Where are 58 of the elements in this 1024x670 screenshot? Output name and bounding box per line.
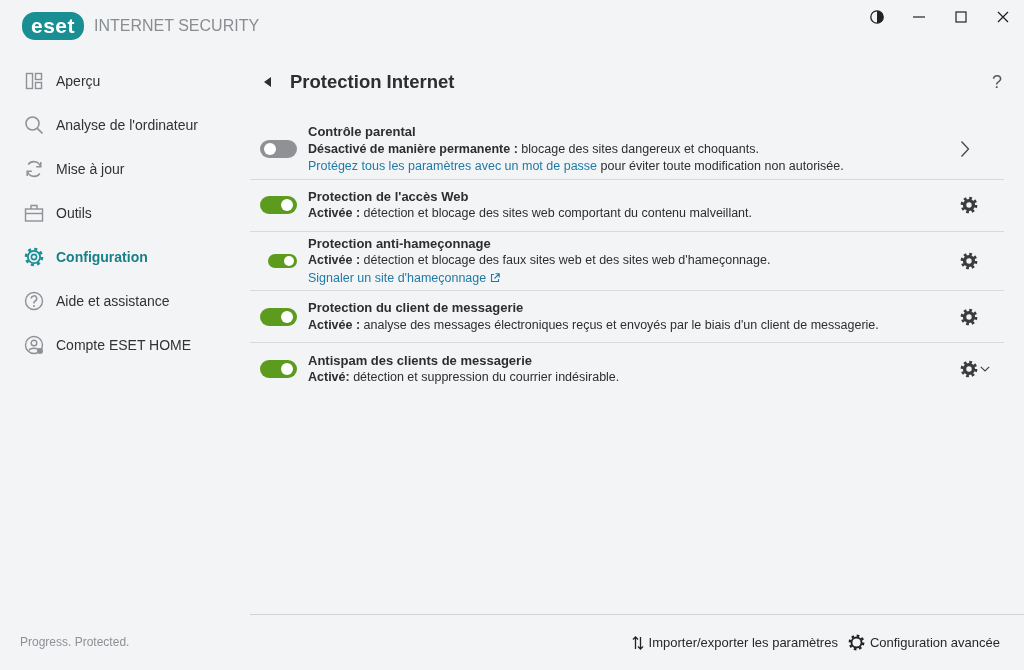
import-export-button[interactable]: Importer/exporter les paramètres — [631, 632, 838, 653]
settings-button[interactable] — [960, 196, 978, 214]
gear-icon — [960, 360, 978, 378]
chevron-right-icon — [960, 140, 970, 159]
setting-title: Protection de l'accès Web — [308, 187, 470, 205]
gear-icon — [960, 251, 978, 270]
toggle-switch[interactable] — [260, 307, 297, 326]
maximize-icon — [954, 10, 968, 24]
arrows-up-down-icon — [631, 634, 644, 651]
open-button[interactable] — [960, 140, 970, 159]
advanced-settings-button[interactable]: Configuration avancée — [847, 632, 1000, 653]
external-link-icon — [490, 272, 501, 283]
app-title: INTERNET SECURITY — [94, 16, 260, 36]
sidebar-item[interactable]: Aide et assistance — [0, 279, 170, 323]
gear-icon — [960, 196, 978, 214]
page-title: Protection Internet — [290, 70, 455, 94]
settings-button[interactable] — [960, 307, 978, 326]
status-text: Désactivé de manière permanente : blocage des sites dangereux et choquants. — [308, 140, 760, 158]
help-icon — [24, 291, 44, 311]
sidebar-item[interactable]: Analyse de l'ordinateur — [0, 103, 198, 147]
tagline-text: Progress. Protected. — [20, 634, 130, 651]
sidebar-item[interactable]: Outils — [0, 191, 92, 235]
setting-title: Antispam des clients de messagerie — [308, 351, 533, 369]
refresh-icon — [24, 159, 44, 179]
note-text: Protégez tous les paramètres avec un mot de passe pour éviter toute modification non autorisée. — [308, 158, 845, 175]
status-text: Activée : détection et blocage des faux sites web et des sites web d'hameçonnage. — [308, 252, 772, 269]
text-link[interactable]: Protégez tous les paramètres avec un mot de passe — [308, 159, 598, 173]
search-icon — [24, 115, 44, 135]
gear-icon — [24, 247, 44, 267]
back-button[interactable] — [264, 77, 271, 87]
user-icon — [24, 335, 44, 355]
settings-menu-button[interactable] — [960, 360, 990, 378]
setting-title: Contrôle parental — [308, 123, 417, 141]
toggle-switch[interactable] — [268, 253, 297, 268]
sidebar-item[interactable]: Compte ESET HOME — [0, 323, 192, 367]
setting-title: Protection anti-hameçonnage — [308, 234, 492, 252]
briefcase-icon — [24, 203, 44, 223]
toggle-switch[interactable] — [260, 140, 297, 159]
sidebar-item[interactable]: Configuration — [0, 235, 148, 279]
chevron-down-icon — [980, 366, 990, 372]
text-link[interactable]: Signaler un site d'hameçonnage — [308, 269, 501, 287]
toggle-switch[interactable] — [260, 196, 297, 214]
logo: eset — [22, 12, 85, 40]
sidebar-item[interactable]: Mise à jour — [0, 147, 125, 191]
status-text: Activée : détection et blocage des sites web comportant du contenu malveillant. — [308, 205, 753, 222]
caret-icon — [264, 77, 271, 87]
setting-title: Protection du client de messagerie — [308, 299, 525, 317]
settings-button[interactable] — [960, 251, 978, 270]
toggle-switch[interactable] — [260, 360, 297, 378]
help-button[interactable]: ? — [992, 71, 1002, 93]
sidebar-item[interactable]: Aperçu — [0, 59, 101, 103]
status-text: Activée : analyse des messages électroniques reçus et envoyés par le biais d'un client de messagerie. — [308, 316, 880, 334]
gear-icon — [960, 307, 978, 326]
gear-icon — [847, 634, 865, 651]
status-text: Activé: détection et suppression du courrier indésirable. — [308, 369, 621, 386]
contrast-icon — [870, 10, 884, 24]
dashboard-icon — [24, 71, 44, 91]
close-icon — [996, 10, 1010, 24]
